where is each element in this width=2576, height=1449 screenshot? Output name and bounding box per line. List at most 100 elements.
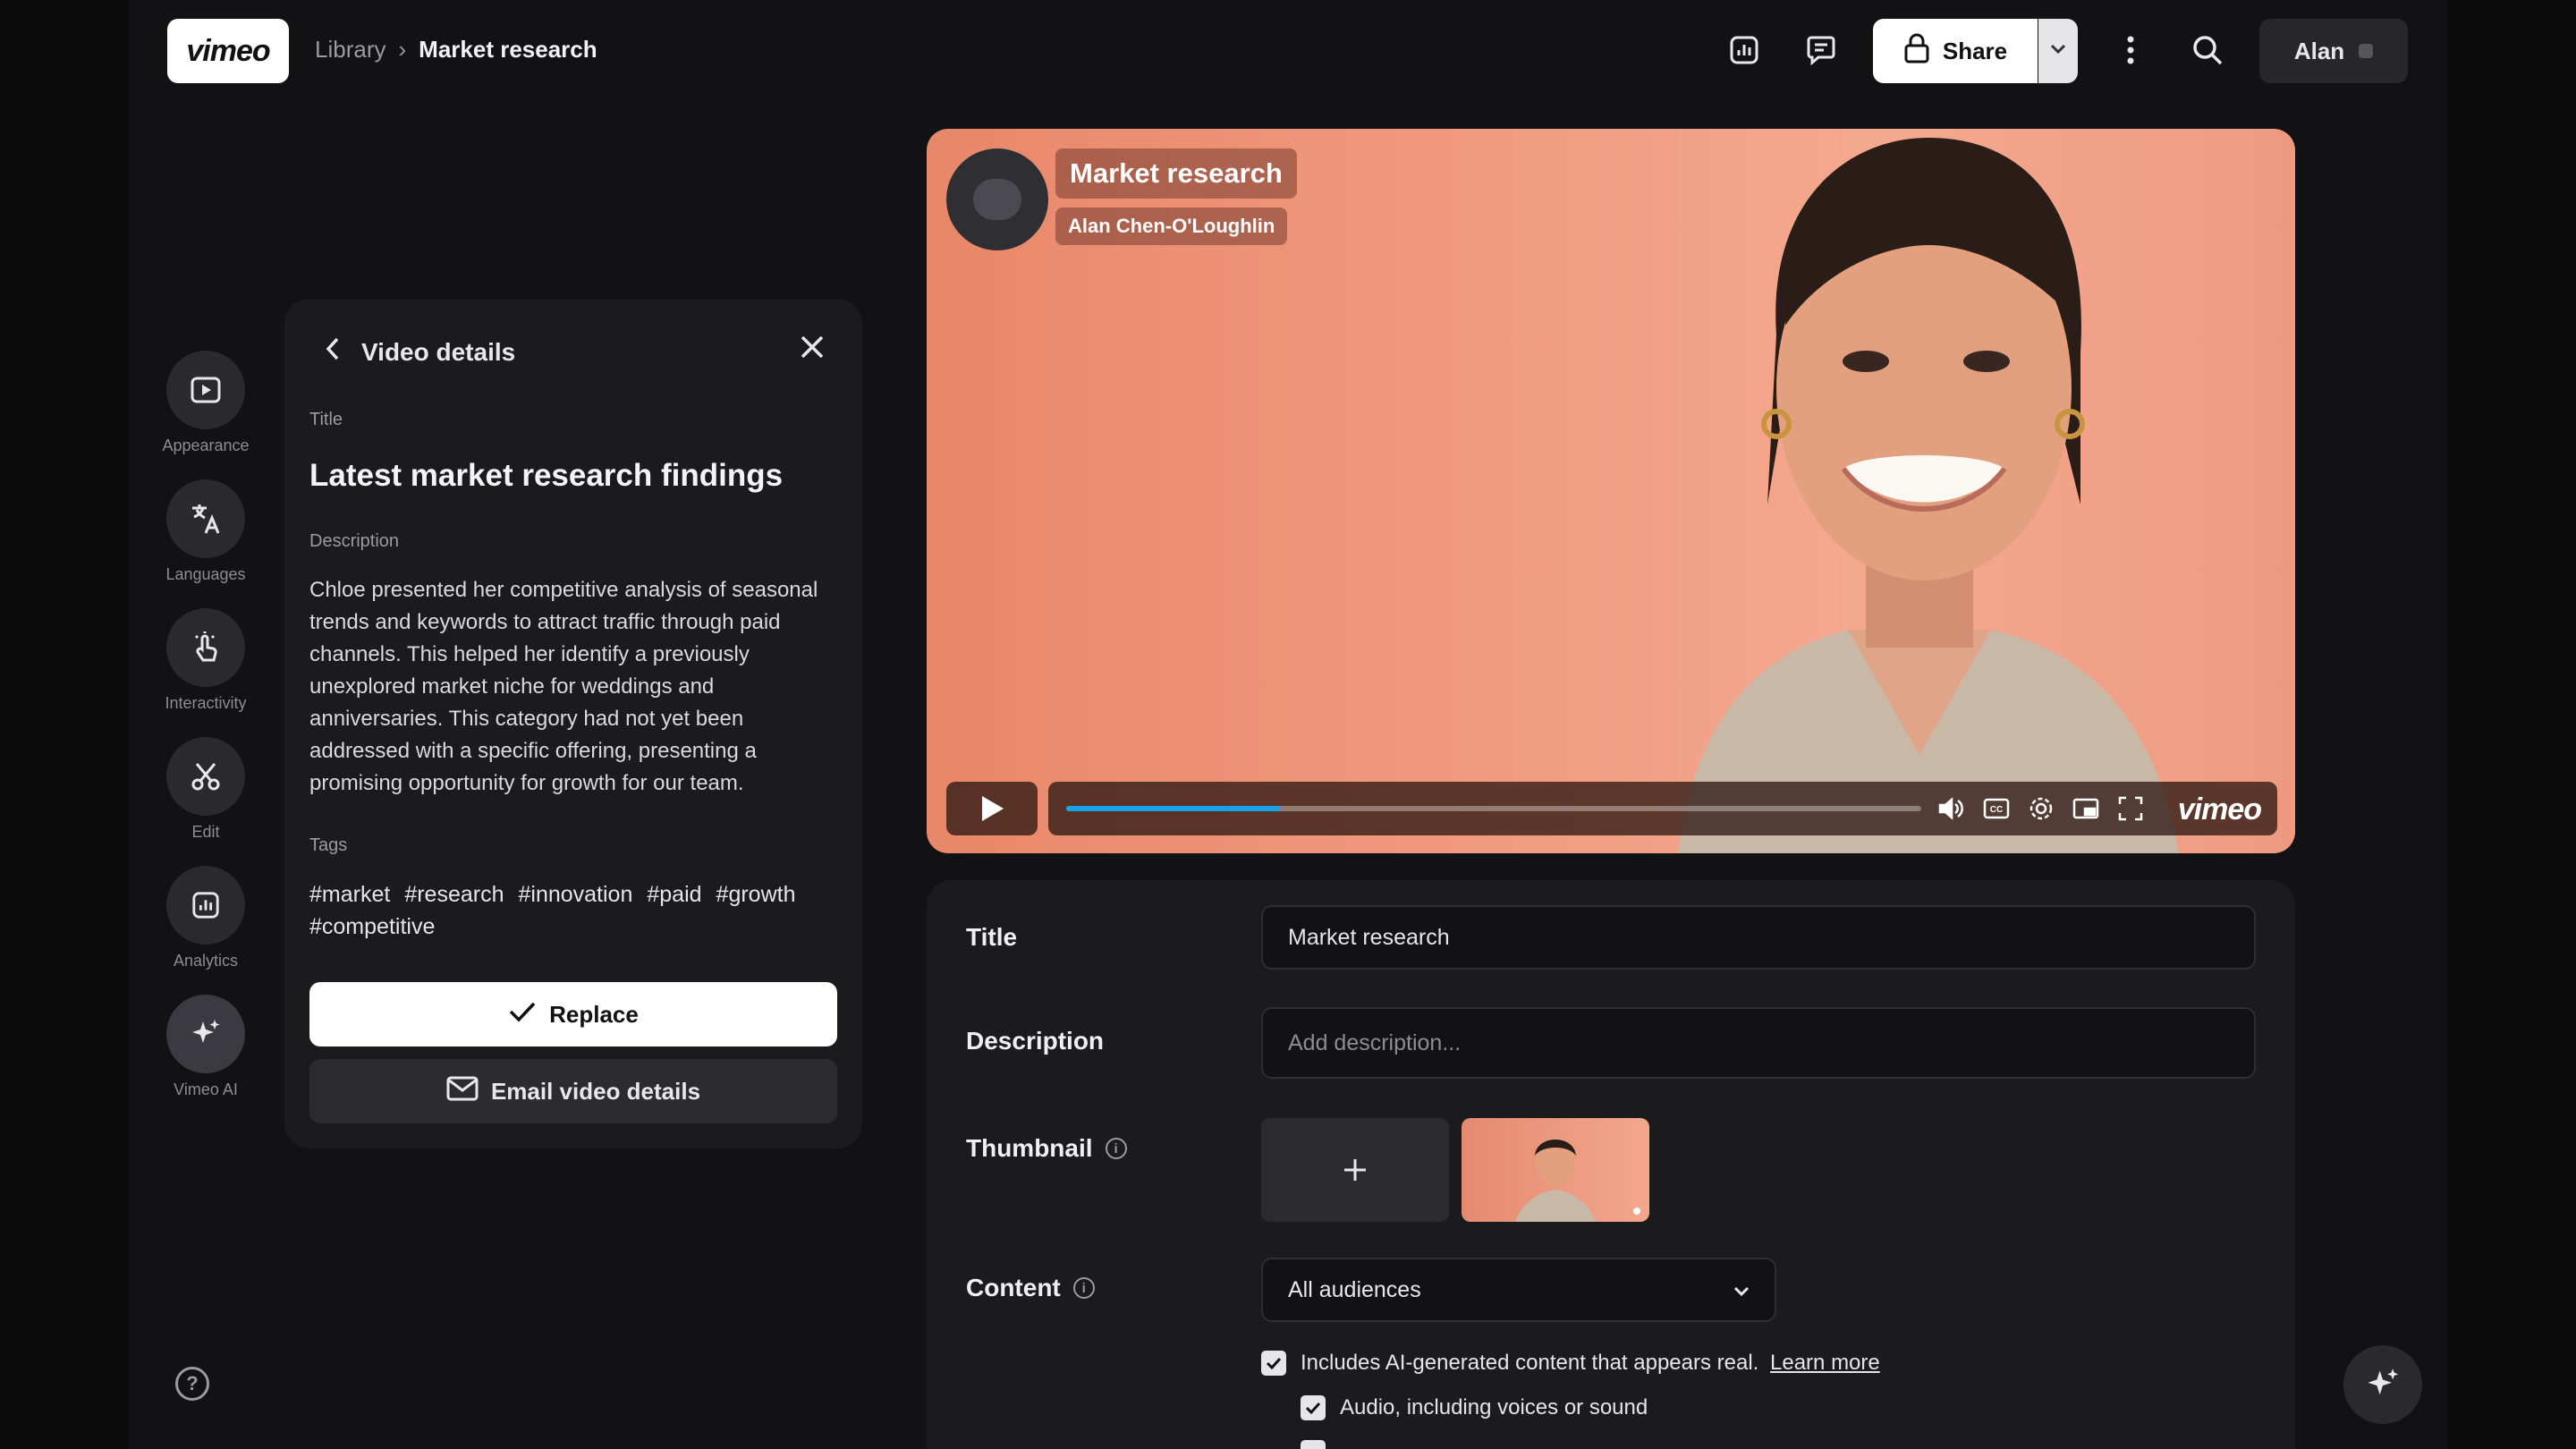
lock-icon <box>1903 33 1930 70</box>
title-label: Title <box>309 410 343 429</box>
rail-item-vimeo-ai[interactable]: Vimeo AI <box>166 995 245 1099</box>
help-icon[interactable]: ? <box>175 1367 209 1401</box>
video-overlay-title[interactable]: Market research <box>1055 148 1297 199</box>
avatar <box>2359 44 2374 58</box>
description-input[interactable]: Add description... <box>1261 1007 2256 1079</box>
email-video-details-button[interactable]: Email video details <box>309 1059 837 1123</box>
scissors-icon <box>166 737 245 816</box>
mail-icon <box>446 1076 479 1107</box>
form-title-label-text: Title <box>966 923 1018 951</box>
panel-heading: Video details <box>361 337 516 366</box>
rail-label: Analytics <box>173 952 239 970</box>
user-name: Alan <box>2293 37 2345 64</box>
content-audience-select[interactable]: All audiences <box>1261 1258 1776 1322</box>
user-menu[interactable]: Alan <box>2259 19 2408 83</box>
learn-more-link[interactable]: Learn more <box>1770 1351 1880 1375</box>
search-icon[interactable] <box>2188 30 2227 70</box>
analytics-icon[interactable] <box>1724 30 1764 70</box>
chart-icon <box>166 866 245 945</box>
audio-label: Audio, including voices or sound <box>1340 1395 1648 1419</box>
fullscreen-icon[interactable] <box>2116 794 2145 823</box>
control-bar: CC vimeo <box>1048 782 2277 835</box>
play-icon <box>982 796 1004 821</box>
translate-icon <box>166 479 245 558</box>
plus-icon <box>1344 1159 1366 1181</box>
breadcrumb-current: Market research <box>419 36 597 63</box>
volume-icon[interactable] <box>1937 794 1966 823</box>
info-icon[interactable]: i <box>1072 1277 1095 1299</box>
tag: #research <box>404 882 504 907</box>
rail-label: Appearance <box>162 436 250 454</box>
chevron-down-icon <box>2050 43 2066 59</box>
rail-item-edit[interactable]: Edit <box>166 737 245 842</box>
vimeo-logo[interactable]: vimeo <box>167 19 289 83</box>
more-options-icon[interactable] <box>2111 30 2150 70</box>
rail-label: Languages <box>165 565 246 583</box>
settings-gear-icon[interactable] <box>2027 794 2055 823</box>
form-description-label: Description <box>966 1027 1104 1055</box>
tag: #market <box>309 882 391 907</box>
share-dropdown-button[interactable] <box>2038 19 2078 83</box>
breadcrumb-separator-icon: › <box>398 36 407 63</box>
form-content-label-text: Content <box>966 1274 1061 1301</box>
back-arrow-icon[interactable] <box>326 336 340 368</box>
chevron-down-icon <box>1733 1277 1750 1303</box>
breadcrumb-library[interactable]: Library <box>315 36 386 64</box>
content-audience-value: All audiences <box>1288 1276 1421 1302</box>
rail-item-appearance[interactable]: Appearance <box>162 351 250 455</box>
svg-text:CC: CC <box>1990 805 2003 815</box>
ai-content-checkbox-row[interactable]: Includes AI-generated content that appea… <box>1261 1351 1880 1376</box>
info-icon[interactable]: i <box>1105 1138 1127 1159</box>
tags-label: Tags <box>309 835 348 855</box>
sparkle-icon <box>2368 1368 2399 1395</box>
thumbnail-image[interactable] <box>1462 1118 1649 1222</box>
video-player[interactable]: Market research Alan Chen-O'Loughlin CC … <box>927 129 2295 853</box>
video-title: Latest market research findings <box>309 458 784 493</box>
progress-track[interactable] <box>1066 806 1921 811</box>
picture-in-picture-icon[interactable] <box>2072 794 2100 823</box>
check-icon <box>508 1000 537 1030</box>
visual-checkbox-row[interactable] <box>1301 1440 1326 1449</box>
panel-header: Video details <box>326 336 515 368</box>
rail-label: Edit <box>191 823 220 841</box>
rail-label: Interactivity <box>165 694 247 712</box>
tag: #paid <box>647 882 702 907</box>
ai-assistant-button[interactable] <box>2343 1345 2422 1424</box>
description-label: Description <box>309 531 400 551</box>
form-title-label: Title <box>966 923 1017 952</box>
form-thumbnail-label: Thumbnail i <box>966 1134 1127 1163</box>
title-input[interactable]: Market research <box>1261 905 2256 970</box>
ai-content-label: Includes AI-generated content that appea… <box>1301 1351 1759 1375</box>
player-controls: CC vimeo <box>946 782 2277 835</box>
pointer-click-icon <box>166 608 245 687</box>
close-icon[interactable] <box>800 335 825 364</box>
rail-item-interactivity[interactable]: Interactivity <box>165 608 247 713</box>
share-label: Share <box>1942 37 2008 64</box>
channel-avatar[interactable] <box>946 148 1048 250</box>
rail-item-analytics[interactable]: Analytics <box>166 866 245 970</box>
visual-checkbox[interactable] <box>1301 1440 1326 1449</box>
rail-item-languages[interactable]: Languages <box>165 479 246 584</box>
tag: #growth <box>716 882 796 907</box>
replace-button[interactable]: Replace <box>309 982 837 1046</box>
video-details-panel: Video details Title Latest market resear… <box>284 299 862 1148</box>
video-overlay-author[interactable]: Alan Chen-O'Loughlin <box>1055 208 1288 245</box>
audio-checkbox-row[interactable]: Audio, including voices or sound <box>1301 1395 1648 1420</box>
video-frame-person <box>1678 138 2179 853</box>
rail-label: Vimeo AI <box>174 1080 238 1098</box>
progress-fill <box>1066 806 1280 811</box>
replace-label: Replace <box>549 1000 639 1028</box>
share-button[interactable]: Share <box>1873 19 2038 83</box>
vimeo-player-logo[interactable]: vimeo <box>2178 792 2262 827</box>
audio-checkbox[interactable] <box>1301 1395 1326 1420</box>
comments-icon[interactable] <box>1801 30 1841 70</box>
video-settings-form: Title Market research Description Add de… <box>927 880 2295 1449</box>
ai-content-checkbox[interactable] <box>1261 1351 1286 1376</box>
email-label: Email video details <box>490 1077 701 1105</box>
add-thumbnail-button[interactable] <box>1261 1118 1449 1222</box>
tag: #competitive <box>309 914 436 939</box>
captions-icon[interactable]: CC <box>1982 794 2011 823</box>
form-description-label-text: Description <box>966 1027 1105 1055</box>
play-button[interactable] <box>946 782 1038 835</box>
play-square-icon <box>166 351 245 429</box>
